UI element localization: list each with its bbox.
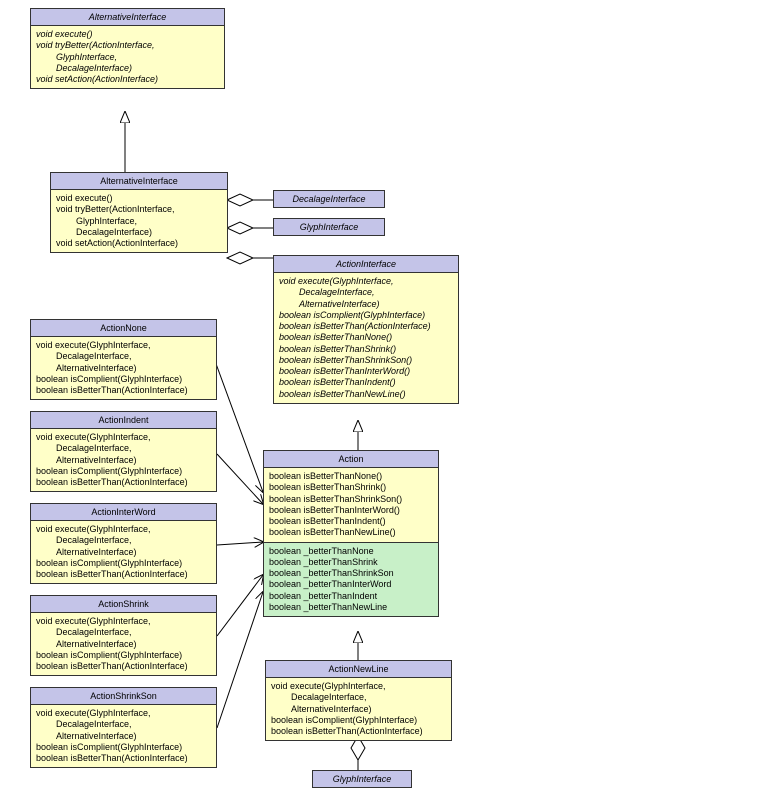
class-glyph-interface-2: GlyphInterface <box>312 770 412 788</box>
title: Action <box>264 451 438 468</box>
title: AlternativeInterface <box>31 9 224 26</box>
methods: void execute(GlyphInterface, DecalageInt… <box>31 429 216 491</box>
class-action-shrinkson: ActionShrinkSon void execute(GlyphInterf… <box>30 687 217 768</box>
title: ActionShrink <box>31 596 216 613</box>
class-action-newline: ActionNewLine void execute(GlyphInterfac… <box>265 660 452 741</box>
class-alternative-interface-mid: AlternativeInterface void execute() void… <box>50 172 228 253</box>
title: ActionNewLine <box>266 661 451 678</box>
methods: void execute(GlyphInterface, DecalageInt… <box>31 337 216 399</box>
title: AlternativeInterface <box>51 173 227 190</box>
title: ActionIndent <box>31 412 216 429</box>
class-action-interface: ActionInterface void execute(GlyphInterf… <box>273 255 459 404</box>
class-action: Action boolean isBetterThanNone() boolea… <box>263 450 439 617</box>
title: ActionInterWord <box>31 504 216 521</box>
methods: void execute(GlyphInterface, DecalageInt… <box>31 521 216 583</box>
methods: void execute() void tryBetter(ActionInte… <box>31 26 224 88</box>
fields: boolean _betterThanNone boolean _betterT… <box>264 542 438 617</box>
class-action-shrink: ActionShrink void execute(GlyphInterface… <box>30 595 217 676</box>
title: ActionShrinkSon <box>31 688 216 705</box>
class-action-interword: ActionInterWord void execute(GlyphInterf… <box>30 503 217 584</box>
methods: void execute(GlyphInterface, DecalageInt… <box>266 678 451 740</box>
title: ActionInterface <box>274 256 458 273</box>
methods: void execute(GlyphInterface, DecalageInt… <box>274 273 458 403</box>
methods: void execute(GlyphInterface, DecalageInt… <box>31 705 216 767</box>
methods: void execute(GlyphInterface, DecalageInt… <box>31 613 216 675</box>
class-alternative-interface-top: AlternativeInterface void execute() void… <box>30 8 225 89</box>
class-decalage-interface: DecalageInterface <box>273 190 385 208</box>
class-action-none: ActionNone void execute(GlyphInterface, … <box>30 319 217 400</box>
class-action-indent: ActionIndent void execute(GlyphInterface… <box>30 411 217 492</box>
class-glyph-interface-1: GlyphInterface <box>273 218 385 236</box>
methods: void execute() void tryBetter(ActionInte… <box>51 190 227 252</box>
methods: boolean isBetterThanNone() boolean isBet… <box>264 468 438 542</box>
title: ActionNone <box>31 320 216 337</box>
